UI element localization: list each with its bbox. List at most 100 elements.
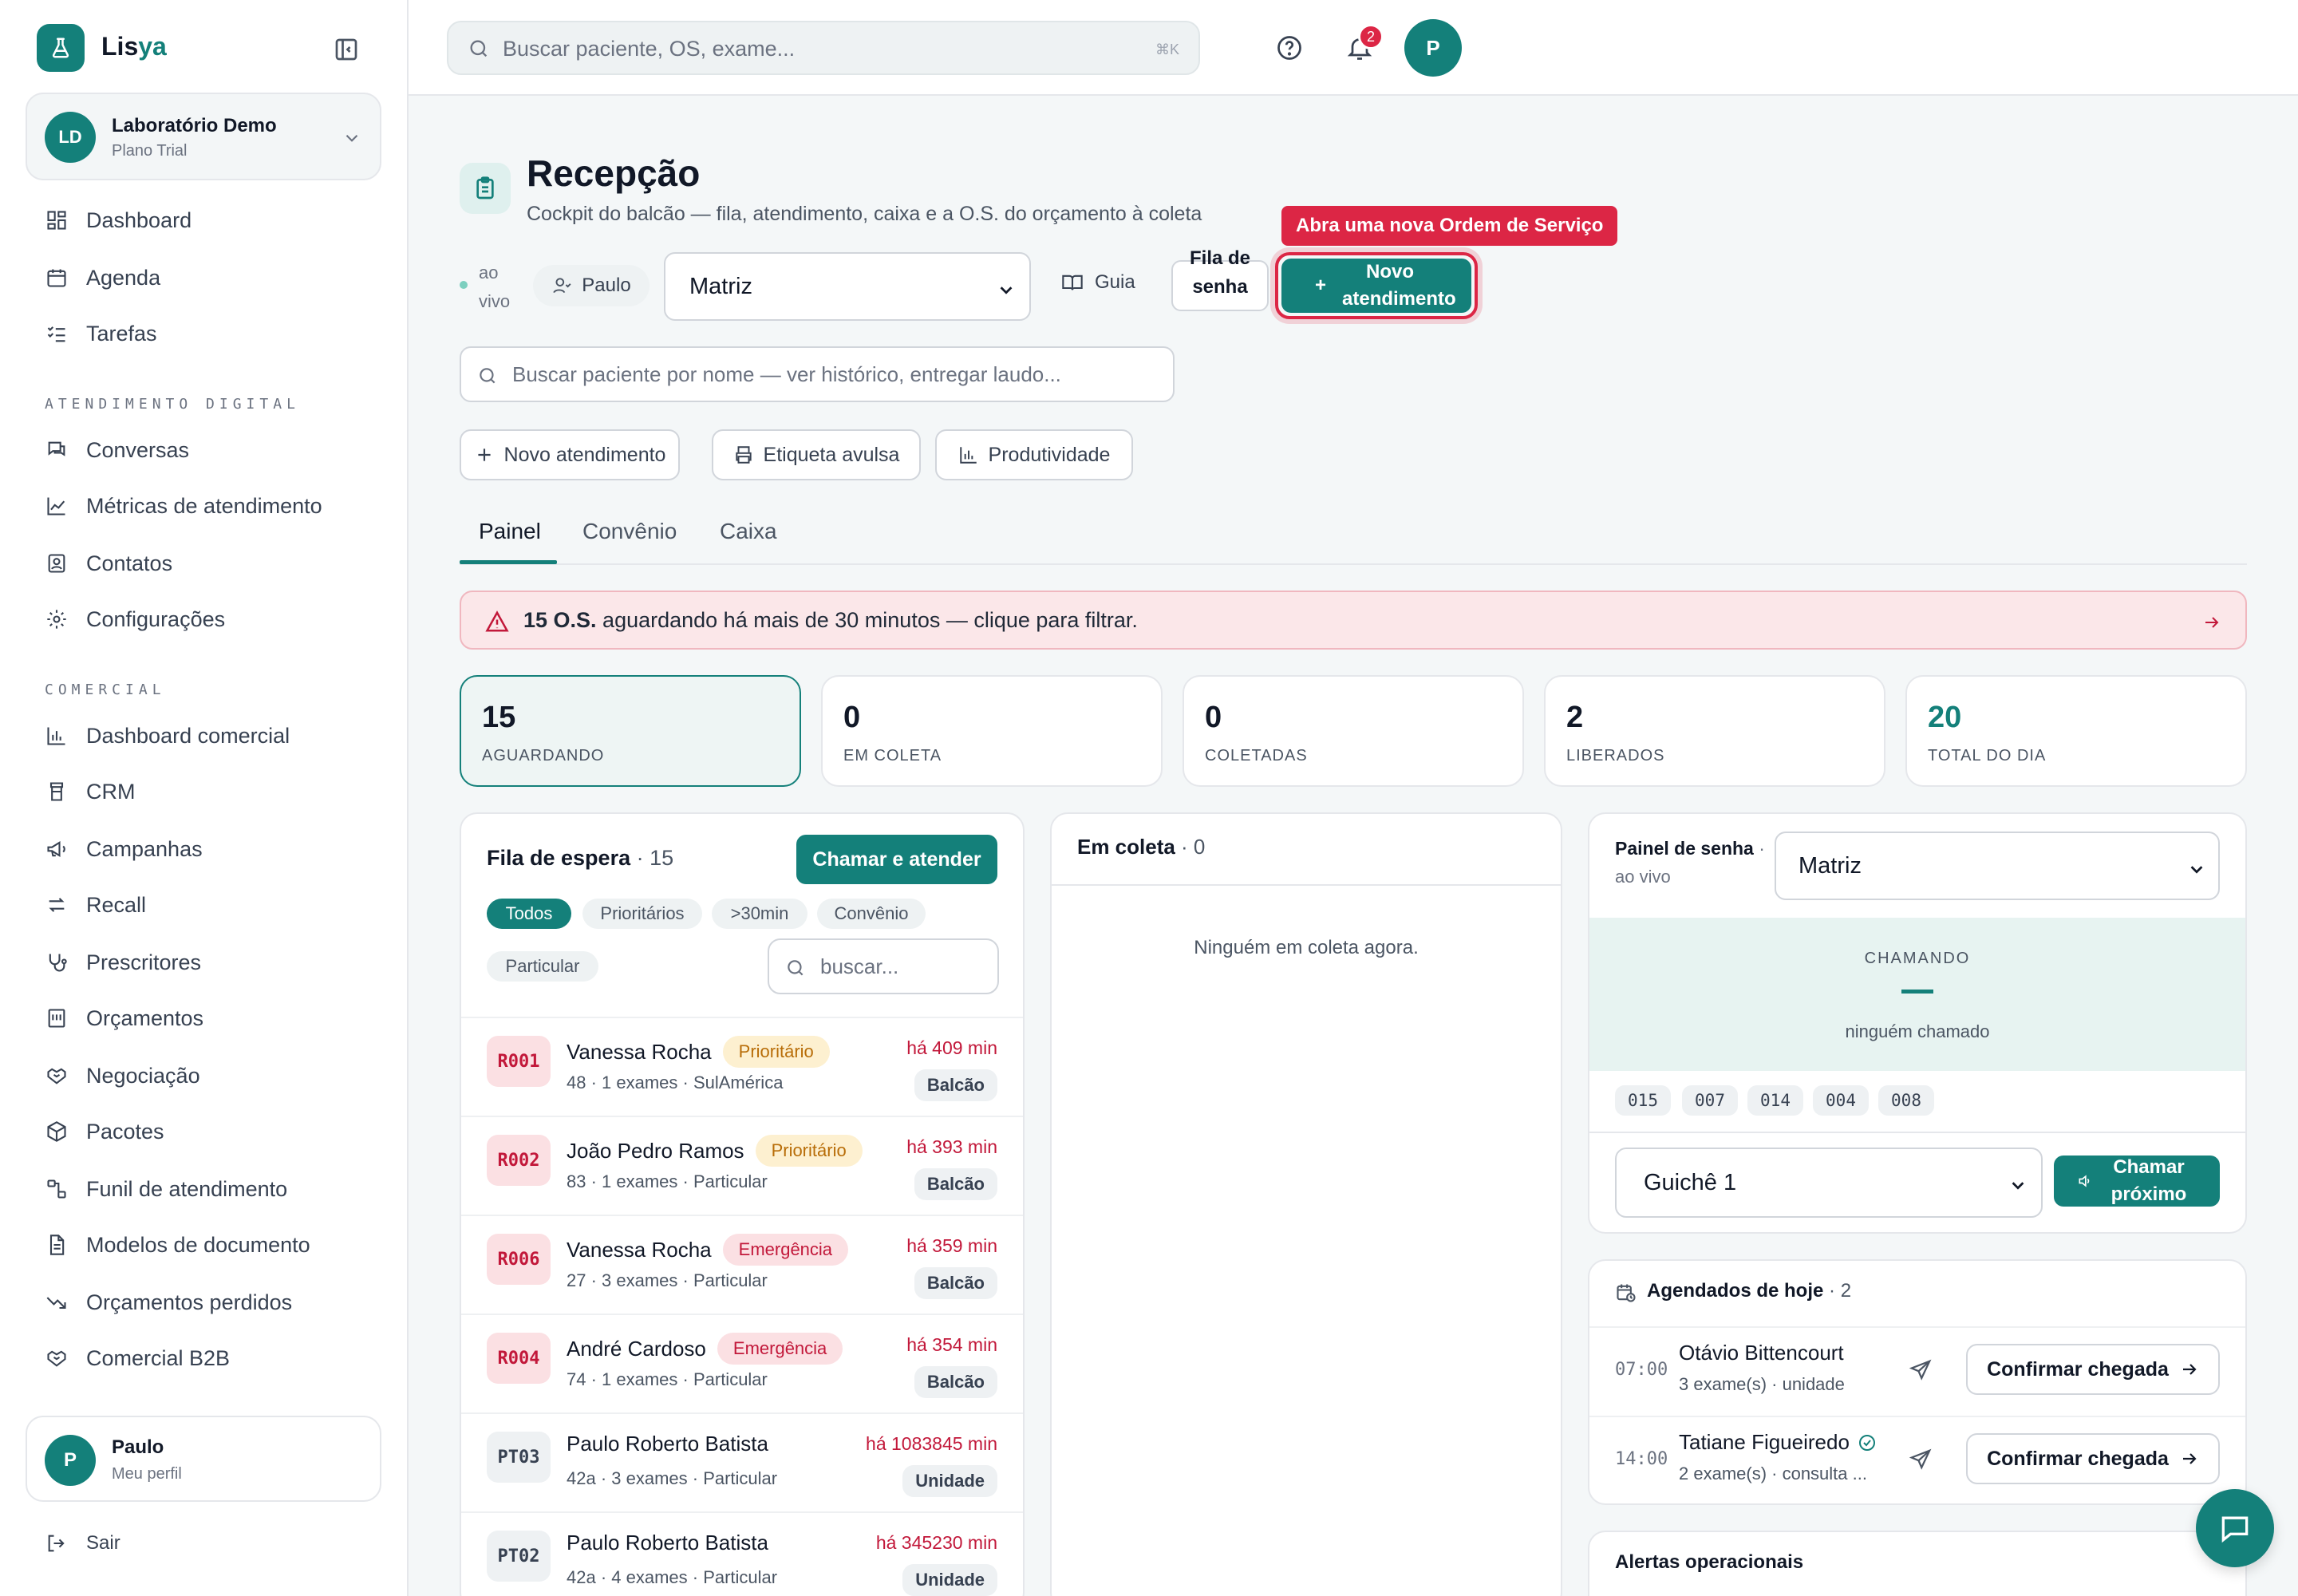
nav-negociacao[interactable]: Negociação xyxy=(45,1060,380,1092)
ticket-chip[interactable]: 008 xyxy=(1878,1085,1934,1116)
nav-pacotes[interactable]: Pacotes xyxy=(45,1116,380,1148)
arrow-right-icon xyxy=(2182,1453,2197,1464)
patient-name: André Cardoso Emergência xyxy=(567,1333,843,1365)
speaker-icon xyxy=(2079,1175,2090,1187)
queue-row[interactable]: R001 Vanessa Rocha Prioritário 48 · 1 exa… xyxy=(461,1017,1023,1116)
queue-code: R006 xyxy=(487,1234,551,1285)
nav-modelos[interactable]: Modelos de documento xyxy=(45,1229,380,1261)
nav-recall[interactable]: Recall xyxy=(45,889,380,921)
ticket-chip[interactable]: 014 xyxy=(1747,1085,1803,1116)
ticket-chip[interactable]: 004 xyxy=(1813,1085,1869,1116)
document-icon xyxy=(45,1233,69,1257)
queue-row[interactable]: R004 André Cardoso Emergência 74 · 1 exam… xyxy=(461,1314,1023,1412)
nav-orcamentos-perdidos[interactable]: Orçamentos perdidos xyxy=(45,1286,380,1318)
confirmar-chegada-button[interactable]: Confirmar chegada xyxy=(1966,1433,2220,1484)
nav-funil[interactable]: Funil de atendimento xyxy=(45,1173,380,1205)
nav-campanhas[interactable]: Campanhas xyxy=(45,833,380,865)
send-icon[interactable] xyxy=(1909,1448,1933,1472)
produtividade-button[interactable]: Produtividade xyxy=(935,429,1133,480)
stat-liberados[interactable]: 2 LIBERADOS xyxy=(1544,675,1885,787)
nav-orcamentos[interactable]: Orçamentos xyxy=(45,1002,380,1034)
fila-de-senha-button[interactable]: Fila de senha xyxy=(1171,247,1269,311)
nav-contatos[interactable]: Contatos xyxy=(45,547,380,579)
queue-row[interactable]: PT02 Paulo Roberto Batista 42a · 4 exame… xyxy=(461,1511,1023,1596)
stat-aguardando[interactable]: 15 AGUARDANDO xyxy=(460,675,801,787)
divider xyxy=(1052,884,1561,886)
page-subtitle: Cockpit do balcão — fila, atendimento, c… xyxy=(527,203,1202,225)
waiting-alert-banner[interactable]: 15 O.S. aguardando há mais de 30 minutos… xyxy=(460,591,2247,650)
em-coleta-empty-state: Ninguém em coleta agora. xyxy=(1194,937,1419,958)
package-icon xyxy=(45,1120,69,1144)
send-icon[interactable] xyxy=(1909,1358,1933,1382)
queue-row[interactable]: PT03 Paulo Roberto Batista 42a · 3 exame… xyxy=(461,1412,1023,1511)
location-badge: Unidade xyxy=(902,1564,997,1596)
queue-row[interactable]: R002 João Pedro Ramos Prioritário 83 · 1 … xyxy=(461,1116,1023,1215)
stat-total-do-dia[interactable]: 20 TOTAL DO DIA xyxy=(1905,675,2247,787)
nav-prescritores[interactable]: Prescritores xyxy=(45,946,380,978)
patient-name: Paulo Roberto Batista xyxy=(567,1432,768,1456)
nav-configuracoes[interactable]: Configurações xyxy=(45,603,380,635)
arrow-right-icon xyxy=(2202,613,2221,632)
chamar-proximo-button[interactable]: Chamar próximo xyxy=(2054,1156,2220,1207)
stat-coletadas[interactable]: 0 COLETADAS xyxy=(1183,675,1524,787)
wait-time: há 409 min xyxy=(906,1037,997,1058)
senha-unit-select[interactable]: Matriz xyxy=(1775,832,2220,900)
queue-row[interactable]: R006 Vanessa Rocha Emergência 27 · 3 exam… xyxy=(461,1215,1023,1314)
novo-atendimento-secondary-button[interactable]: Novo atendimento xyxy=(460,429,680,480)
nav-agenda[interactable]: Agenda xyxy=(45,262,380,294)
nav-metricas[interactable]: Métricas de atendimento xyxy=(45,490,380,522)
org-switcher[interactable]: LD Laboratório Demo Plano Trial xyxy=(26,93,381,180)
nav-tarefas[interactable]: Tarefas xyxy=(45,318,380,350)
trend-down-icon xyxy=(45,1290,69,1314)
tab-convenio[interactable]: Convênio xyxy=(582,519,677,544)
alertas-title: Alertas operacionais xyxy=(1615,1551,1804,1573)
current-user-chip[interactable]: Paulo xyxy=(533,265,650,306)
nav-dashboard-comercial[interactable]: Dashboard comercial xyxy=(45,720,380,752)
guia-button[interactable]: Guia xyxy=(1061,271,1135,294)
nav-dashboard[interactable]: Dashboard xyxy=(45,204,380,236)
guiche-select[interactable]: Guichê 1 xyxy=(1615,1148,2043,1218)
sidebar-collapse-icon[interactable] xyxy=(332,35,361,64)
filter-convenio[interactable]: Convênio xyxy=(817,899,926,929)
profile-name: Paulo xyxy=(112,1436,164,1458)
patient-search-input[interactable]: Buscar paciente por nome — ver histórico… xyxy=(460,346,1175,402)
ticket-chip[interactable]: 007 xyxy=(1682,1085,1738,1116)
unit-select[interactable]: Matriz xyxy=(664,252,1031,321)
chat-fab-button[interactable] xyxy=(2196,1489,2274,1567)
queue-code: R004 xyxy=(487,1333,551,1384)
tab-caixa[interactable]: Caixa xyxy=(720,519,777,544)
chamar-e-atender-button[interactable]: Chamar e atender xyxy=(796,835,997,884)
chevron-down-icon xyxy=(345,134,358,142)
ticket-chip[interactable]: 015 xyxy=(1615,1085,1671,1116)
nav-comercial-b2b[interactable]: Comercial B2B xyxy=(45,1342,380,1374)
help-icon[interactable] xyxy=(1275,34,1304,62)
wait-time: há 354 min xyxy=(906,1334,997,1355)
filter-particular[interactable]: Particular xyxy=(487,951,598,982)
etiqueta-avulsa-button[interactable]: Etiqueta avulsa xyxy=(712,429,921,480)
patient-name: Vanessa Rocha Prioritário xyxy=(567,1036,830,1068)
user-avatar[interactable]: P xyxy=(1404,19,1462,77)
confirmar-chegada-button[interactable]: Confirmar chegada xyxy=(1966,1344,2220,1395)
filter-todos[interactable]: Todos xyxy=(487,899,571,929)
profile-card[interactable]: P Paulo Meu perfil xyxy=(26,1416,381,1502)
tab-painel[interactable]: Painel xyxy=(479,519,541,544)
stat-em-coleta[interactable]: 0 EM COLETA xyxy=(821,675,1163,787)
patient-name: Vanessa Rocha Emergência xyxy=(567,1234,849,1266)
novo-atendimento-button[interactable]: + Novo atendimento xyxy=(1281,259,1471,313)
filter-30min[interactable]: >30min xyxy=(712,899,807,929)
handshake-icon xyxy=(45,1064,69,1088)
active-tab-indicator xyxy=(460,560,557,564)
nav-label: Negociação xyxy=(86,1063,200,1088)
nav-crm[interactable]: CRM xyxy=(45,776,380,808)
nav-label: Agenda xyxy=(86,265,161,290)
logout-button[interactable]: Sair xyxy=(45,1527,380,1559)
global-search-input[interactable]: Buscar paciente, OS, exame... ⌘K xyxy=(447,21,1200,75)
fila-search-input[interactable]: buscar... xyxy=(768,938,999,994)
nav-conversas[interactable]: Conversas xyxy=(45,434,380,466)
chamar-proximo-label: Chamar próximo xyxy=(2110,1156,2187,1205)
fila-de-espera-panel: Fila de espera · 15 Chamar e atender Tod… xyxy=(460,812,1025,1596)
plus-icon xyxy=(477,448,491,461)
calling-none: ninguém chamado xyxy=(1845,1021,1990,1041)
nav-label: Conversas xyxy=(86,437,190,462)
filter-prioritarios[interactable]: Prioritários xyxy=(582,899,702,929)
